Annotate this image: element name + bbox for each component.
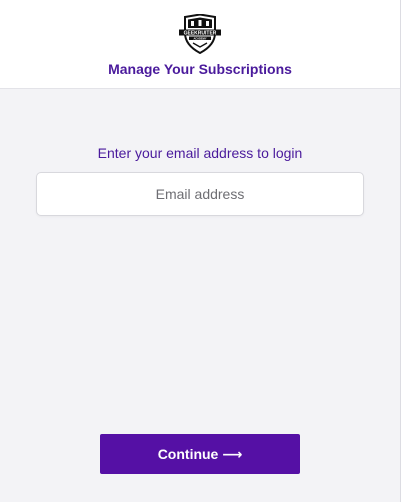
geekruiter-logo: GEEKRUITER ACADEMY (176, 14, 224, 54)
logo-text: GEEKRUITER (184, 31, 217, 37)
continue-button[interactable]: Continue ⟶ (100, 434, 300, 474)
login-prompt: Enter your email address to login (97, 145, 303, 161)
page-title: Manage Your Subscriptions (108, 61, 292, 77)
email-field[interactable] (36, 172, 364, 216)
shield-logo-icon: GEEKRUITER ACADEMY (179, 14, 221, 54)
logo-subtext: ACADEMY (193, 36, 206, 40)
header: GEEKRUITER ACADEMY Manage Your Subscript… (0, 0, 400, 89)
subscription-login-panel: GEEKRUITER ACADEMY Manage Your Subscript… (0, 0, 401, 502)
